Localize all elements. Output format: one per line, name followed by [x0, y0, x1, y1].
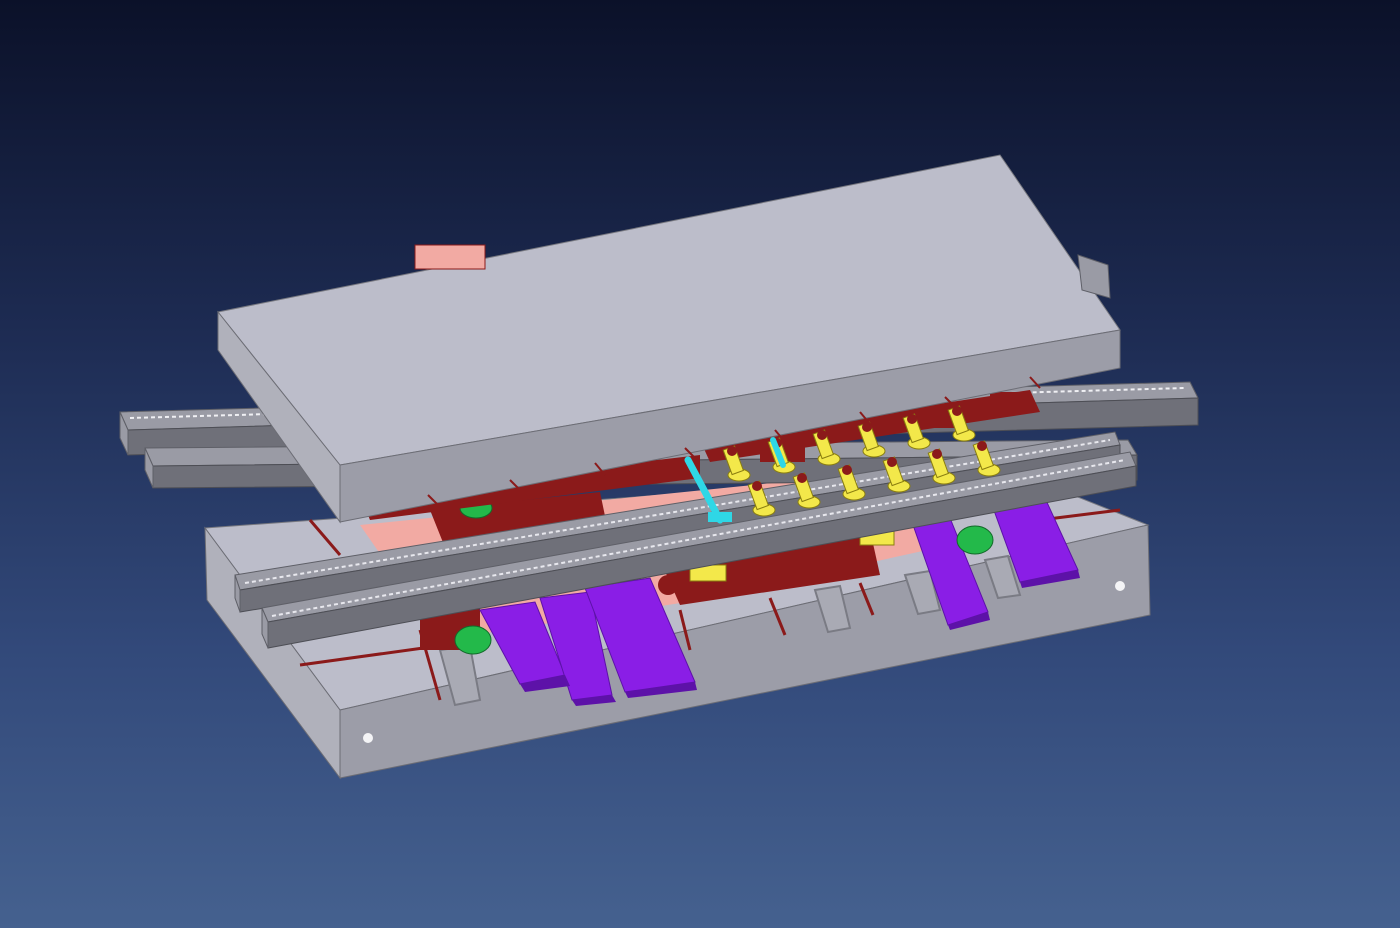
stamping-die-assembly-model[interactable] [0, 0, 1400, 928]
cad-3d-viewport[interactable] [0, 0, 1400, 928]
gas-spring-1 [454, 625, 492, 655]
lower-shoe-hole-right [1115, 581, 1125, 591]
gas-spring-2 [956, 525, 994, 555]
lower-shoe-hole-left [363, 733, 373, 743]
